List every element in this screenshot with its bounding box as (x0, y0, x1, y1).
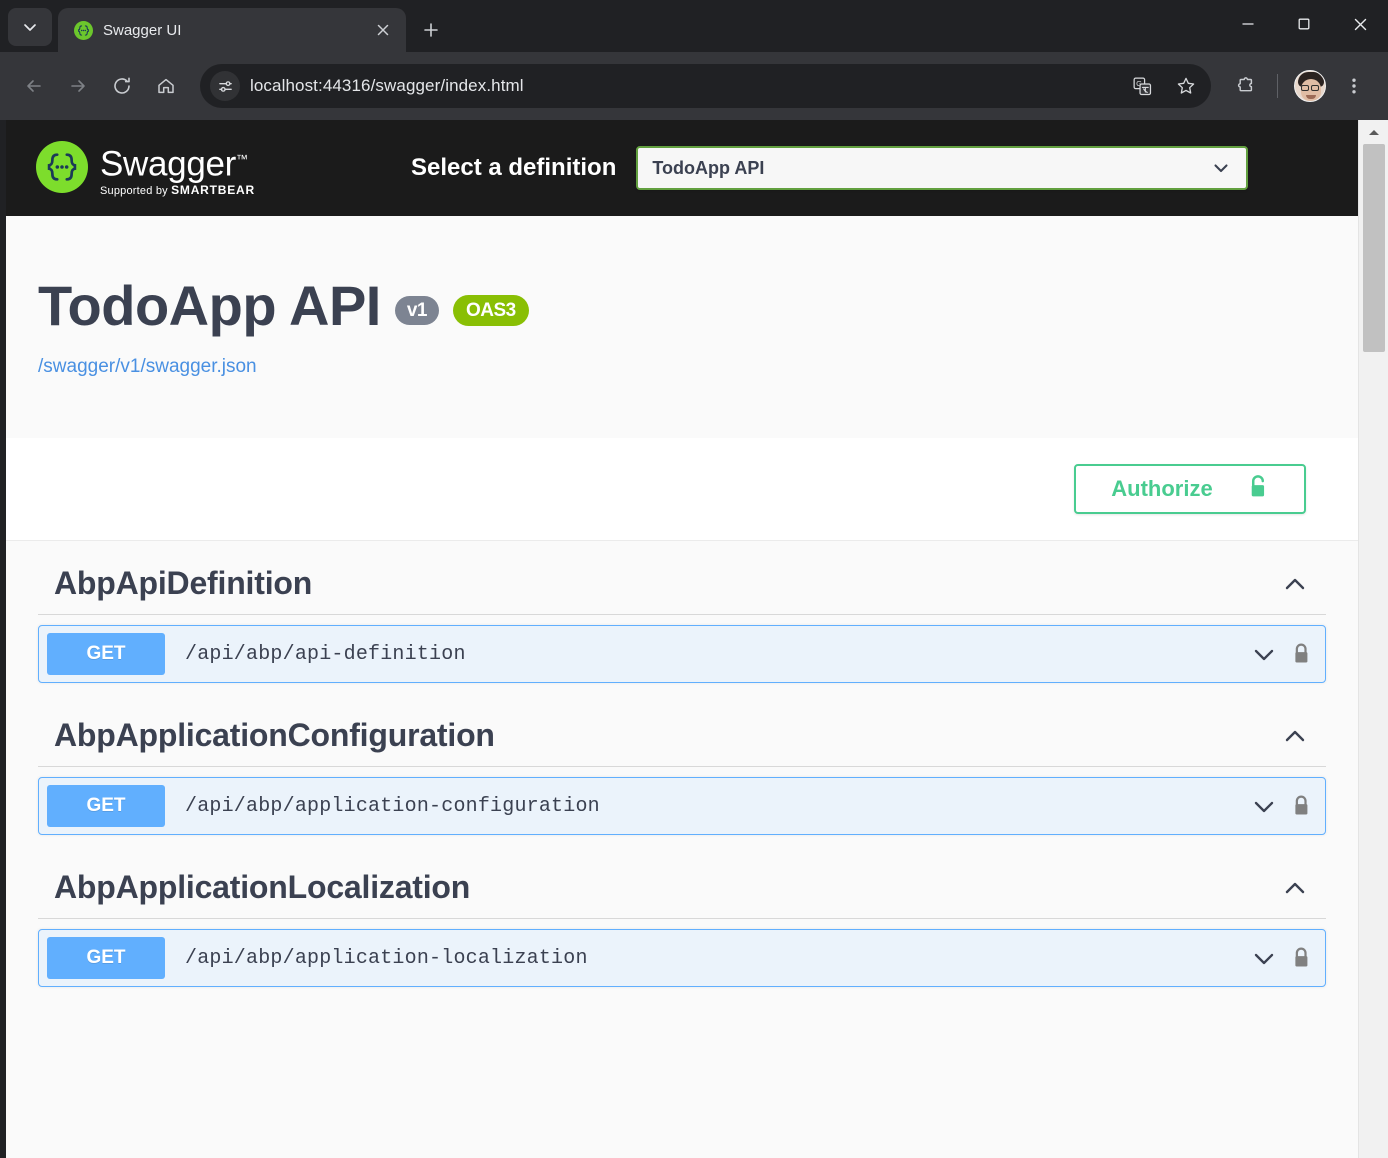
browser-tab[interactable]: Swagger UI (58, 8, 406, 52)
lock-icon[interactable] (1292, 946, 1311, 970)
caret-up-icon (1368, 129, 1379, 135)
oas-badge: OAS3 (453, 294, 529, 326)
forward-button[interactable] (58, 66, 98, 106)
plus-icon (424, 23, 438, 37)
arrow-left-icon (27, 80, 41, 92)
definition-select[interactable]: TodoApp API (636, 146, 1249, 190)
tag-name: AbpApplicationConfiguration (54, 717, 495, 753)
operation-row[interactable]: GET /api/abp/api-definition (38, 625, 1326, 683)
spec-url-link[interactable]: /swagger/v1/swagger.json (38, 356, 1358, 378)
swagger-logo-name: Swagger (100, 144, 237, 184)
lock-icon[interactable] (1292, 794, 1311, 818)
minimize-icon (1242, 23, 1254, 25)
chevron-up-icon[interactable] (1280, 873, 1310, 903)
operation-row[interactable]: GET /api/abp/application-configuration (38, 777, 1326, 835)
page-title: TodoApp API v1 OAS3 (38, 278, 1358, 334)
swagger-favicon-icon (74, 20, 93, 40)
chevron-down-icon[interactable] (1250, 792, 1278, 820)
url-text[interactable]: localhost:44316/swagger/index.html (250, 76, 1115, 96)
translate-button[interactable]: G (1125, 69, 1159, 103)
tag-header-abpapplicationlocalization[interactable]: AbpApplicationLocalization (38, 845, 1326, 919)
tab-search-button[interactable] (8, 8, 52, 46)
chevron-up-icon[interactable] (1280, 569, 1310, 599)
browser-window: Swagger UI localhost:44316/swagger/index… (0, 0, 1388, 1158)
tag-section: AbpApiDefinition GET /api/abp/api-defini… (38, 541, 1326, 683)
lock-icon[interactable] (1292, 642, 1311, 666)
tab-strip: Swagger UI (0, 0, 1388, 52)
authorize-label: Authorize (1111, 476, 1213, 501)
tag-header-abpapidefinition[interactable]: AbpApiDefinition (38, 541, 1326, 615)
home-icon (158, 78, 174, 94)
select-definition-label: Select a definition (410, 154, 617, 181)
chevron-down-icon (1214, 164, 1228, 173)
page-scrollbar[interactable] (1358, 120, 1388, 1158)
tag-section: AbpApplicationLocalization GET /api/abp/… (38, 845, 1326, 987)
tune-icon (218, 80, 232, 92)
authorize-button[interactable]: Authorize (1074, 464, 1306, 514)
new-tab-button[interactable] (414, 13, 448, 47)
swagger-logo-icon (36, 140, 88, 193)
reload-icon (114, 77, 130, 94)
api-title-text: TodoApp API (38, 274, 381, 337)
back-button[interactable] (14, 66, 54, 106)
page-viewport: Swagger™ Supported by SMARTBEAR Select a… (0, 120, 1388, 1158)
window-controls (1220, 0, 1388, 52)
address-bar[interactable]: localhost:44316/swagger/index.html G (200, 64, 1211, 108)
scroll-up-button[interactable] (1359, 120, 1388, 144)
puzzle-icon (1237, 77, 1253, 92)
version-badge: v1 (394, 295, 439, 325)
tag-name: AbpApiDefinition (54, 565, 313, 601)
operation-row[interactable]: GET /api/abp/application-localization (38, 929, 1326, 987)
close-icon (1354, 18, 1366, 30)
maximize-button[interactable] (1276, 0, 1332, 48)
tab-close-button[interactable] (370, 17, 396, 43)
arrow-right-icon (71, 80, 85, 92)
operation-path: /api/abp/api-definition (185, 642, 466, 666)
chevron-down-icon (24, 24, 36, 31)
extensions-button[interactable] (1225, 66, 1265, 106)
translate-icon: G (1133, 77, 1151, 95)
tag-section: AbpApplicationConfiguration GET /api/abp… (38, 693, 1326, 835)
avatar (1294, 70, 1326, 102)
profile-button[interactable] (1290, 66, 1330, 106)
tab-title: Swagger UI (103, 21, 182, 39)
minimize-button[interactable] (1220, 0, 1276, 48)
swagger-topbar: Swagger™ Supported by SMARTBEAR Select a… (6, 120, 1358, 216)
chevron-down-icon[interactable] (1250, 640, 1278, 668)
trademark-mark: ™ (236, 151, 248, 166)
authorize-wrapper: Authorize (6, 438, 1358, 541)
operations-list: AbpApiDefinition GET /api/abp/api-defini… (6, 541, 1358, 987)
swagger-logo[interactable]: Swagger™ Supported by SMARTBEAR (36, 139, 255, 198)
bookmark-button[interactable] (1169, 69, 1203, 103)
http-method-badge: GET (47, 937, 165, 979)
definition-select-value: TodoApp API (652, 157, 765, 178)
operation-path: /api/abp/application-configuration (185, 794, 600, 818)
browser-menu-button[interactable] (1334, 66, 1374, 106)
tag-name: AbpApplicationLocalization (54, 869, 471, 905)
site-settings-button[interactable] (210, 71, 240, 101)
window-close-button[interactable] (1332, 0, 1388, 48)
chevron-up-icon[interactable] (1280, 721, 1310, 751)
tag-header-abpapplicationconfiguration[interactable]: AbpApplicationConfiguration (38, 693, 1326, 767)
chevron-down-icon[interactable] (1250, 944, 1278, 972)
more-vertical-icon (1352, 78, 1356, 94)
operation-path: /api/abp/application-localization (185, 946, 588, 970)
reload-button[interactable] (102, 66, 142, 106)
close-icon (377, 24, 389, 36)
api-info-block: TodoApp API v1 OAS3 /swagger/v1/swagger.… (6, 216, 1358, 438)
toolbar-divider (1277, 74, 1278, 98)
scrollbar-thumb[interactable] (1362, 144, 1385, 352)
home-button[interactable] (146, 66, 186, 106)
swagger-ui-page: Swagger™ Supported by SMARTBEAR Select a… (6, 120, 1358, 1158)
supported-by-label: Supported by (100, 185, 168, 198)
http-method-badge: GET (47, 633, 165, 675)
http-method-badge: GET (47, 785, 165, 827)
maximize-icon (1298, 18, 1310, 30)
browser-toolbar: localhost:44316/swagger/index.html G (0, 52, 1388, 120)
unlock-icon (1247, 474, 1269, 505)
star-icon (1177, 77, 1195, 94)
smartbear-brand: SMARTBEAR (171, 183, 255, 198)
